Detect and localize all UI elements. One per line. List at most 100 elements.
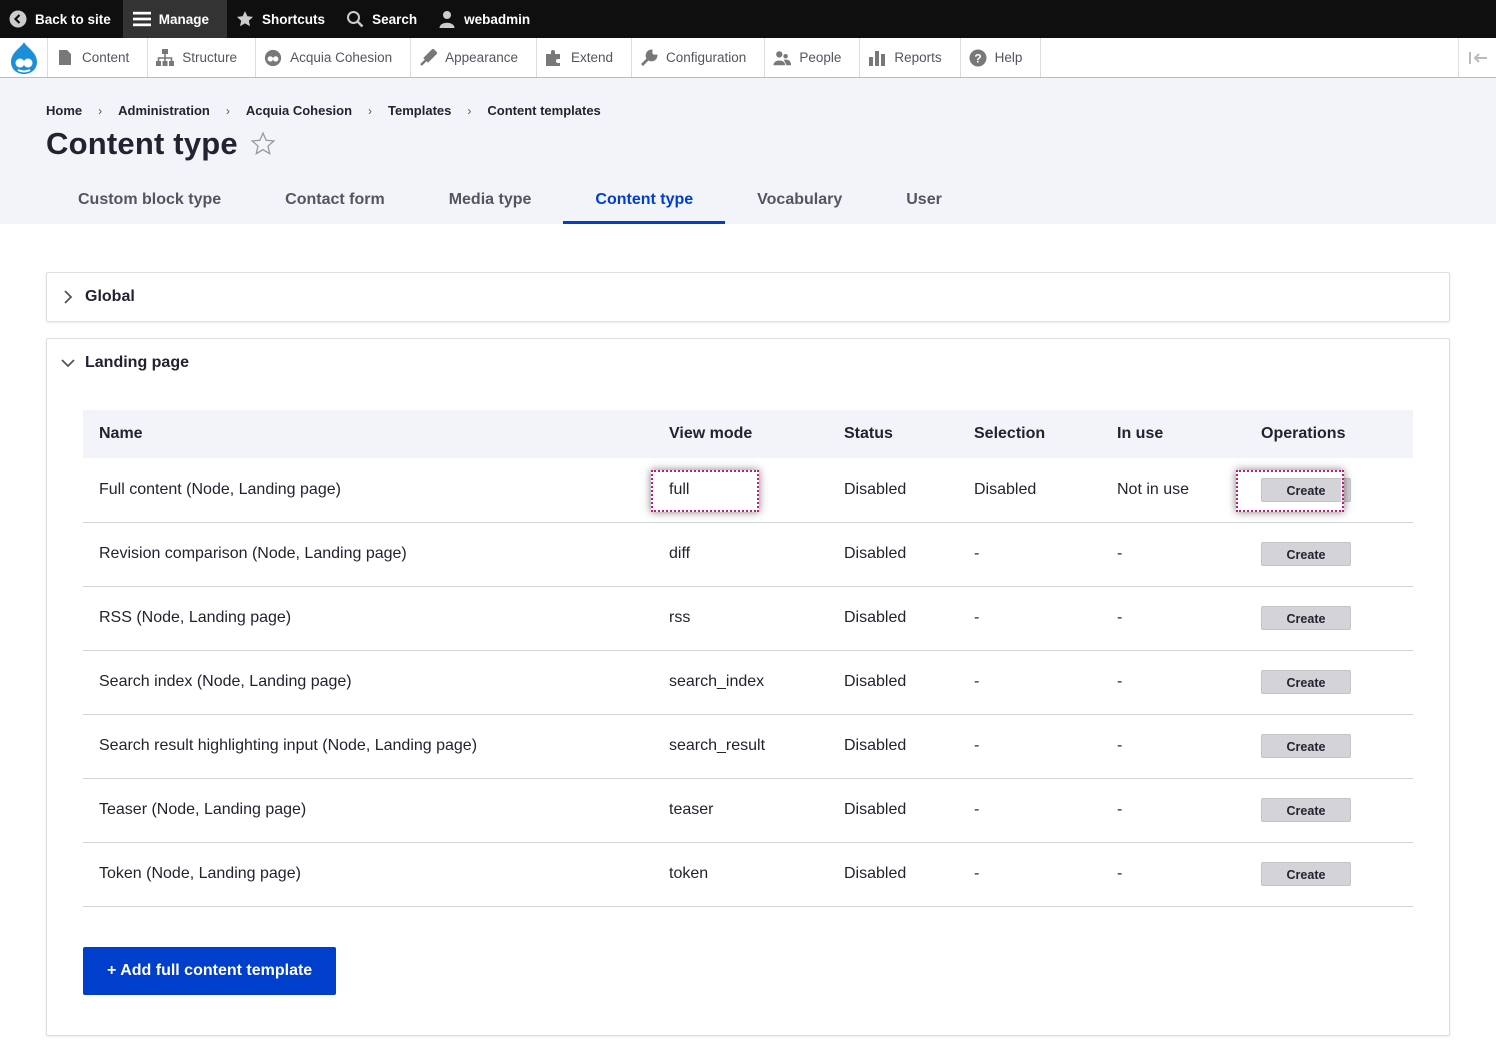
global-summary-label: Global: [85, 288, 135, 305]
breadcrumb-content-templates[interactable]: Content templates: [487, 103, 600, 118]
breadcrumb-separator-icon: ›: [225, 103, 230, 118]
user-icon: [438, 10, 456, 28]
tab-vocabulary[interactable]: Vocabulary: [725, 176, 874, 224]
cell-selection: -: [958, 778, 1101, 843]
column-header-name: Name: [99, 425, 143, 442]
create-button[interactable]: Create: [1261, 542, 1351, 566]
create-button[interactable]: Create: [1261, 734, 1351, 758]
cell-selection: Disabled: [958, 458, 1101, 523]
cell-in-use: -: [1101, 778, 1245, 843]
table-row: Full content (Node, Landing page) full Dis…: [83, 458, 1413, 523]
cell-name: Full content (Node, Landing page): [83, 458, 653, 523]
bar-chart-icon: [868, 49, 886, 67]
menu-structure[interactable]: Structure: [147, 38, 255, 77]
shortcuts-tab[interactable]: Shortcuts: [227, 0, 337, 38]
breadcrumb-acquia-cohesion[interactable]: Acquia Cohesion: [246, 103, 352, 118]
cell-name: Search index (Node, Landing page): [83, 650, 653, 715]
menu-extend[interactable]: Extend: [535, 38, 631, 77]
cell-selection: -: [958, 586, 1101, 651]
breadcrumb-administration[interactable]: Administration: [118, 103, 210, 118]
chevron-down-icon: [61, 359, 75, 368]
tab-media-type[interactable]: Media type: [417, 176, 564, 224]
cell-view-mode: full: [651, 458, 828, 523]
menu-structure-label: Structure: [182, 50, 238, 65]
breadcrumb-separator-icon: ›: [98, 103, 103, 118]
cell-status: Disabled: [828, 458, 958, 523]
menu-content-label: Content: [82, 50, 130, 65]
cell-name: Search result highlighting input (Node, …: [83, 714, 653, 779]
menu-configuration[interactable]: Configuration: [631, 38, 764, 77]
search-icon: [346, 10, 364, 28]
table-row: Token (Node, Landing page) token Disabled -…: [83, 842, 1413, 907]
back-to-site-label: Back to site: [35, 11, 111, 27]
breadcrumb-templates[interactable]: Templates: [388, 103, 451, 118]
admin-toolbar: Back to site Manage Shortcuts Search web…: [0, 0, 1496, 38]
menu-appearance[interactable]: Appearance: [410, 38, 536, 77]
cell-view-mode: teaser: [653, 778, 828, 843]
global-details: Global: [46, 272, 1450, 322]
user-tab[interactable]: webadmin: [429, 0, 542, 38]
cell-status: Disabled: [828, 714, 958, 779]
menu-extend-label: Extend: [570, 50, 613, 65]
menu-people[interactable]: People: [764, 38, 859, 77]
svg-text:?: ?: [974, 51, 981, 65]
cell-selection: -: [958, 842, 1101, 907]
create-button[interactable]: Create: [1261, 606, 1351, 630]
user-label: webadmin: [464, 11, 531, 27]
cell-status: Disabled: [828, 778, 958, 843]
cell-operations: Create: [1245, 650, 1413, 715]
landing-page-summary[interactable]: Landing page: [47, 339, 1449, 387]
breadcrumb-home[interactable]: Home: [46, 103, 82, 118]
menu-acquia-cohesion[interactable]: Acquia Cohesion: [255, 38, 410, 77]
cell-status: Disabled: [828, 842, 958, 907]
cell-view-mode: rss: [653, 586, 828, 651]
cell-status: Disabled: [828, 522, 958, 587]
shortcut-star-icon[interactable]: [250, 131, 276, 157]
global-summary[interactable]: Global: [47, 273, 1449, 321]
people-icon: [773, 49, 792, 67]
tab-contact-form[interactable]: Contact form: [253, 176, 417, 224]
cell-view-mode: search_result: [653, 714, 828, 779]
menu-configuration-label: Configuration: [666, 50, 747, 65]
cell-selection: -: [958, 714, 1101, 779]
drupal-logo-icon[interactable]: [0, 38, 47, 77]
column-header-selection: Selection: [974, 425, 1046, 442]
menu-content[interactable]: Content: [47, 38, 147, 77]
create-button[interactable]: Create: [1261, 477, 1351, 502]
menu-help[interactable]: ? Help: [959, 38, 1041, 77]
create-button[interactable]: Create: [1261, 670, 1351, 694]
cell-operations: Create: [1245, 778, 1413, 843]
menu-reports-label: Reports: [894, 50, 942, 65]
page-header: Home › Administration › Acquia Cohesion …: [0, 78, 1496, 224]
landing-page-summary-label: Landing page: [85, 354, 189, 371]
cell-operations: Create: [1236, 458, 1413, 523]
primary-tabs: Custom block type Contact form Media typ…: [46, 176, 974, 224]
breadcrumb-separator-icon: ›: [467, 103, 472, 118]
highlight-box: [651, 470, 759, 512]
orientation-toggle-icon[interactable]: [1458, 38, 1496, 77]
back-arrow-icon: [9, 10, 27, 28]
manage-tab[interactable]: Manage: [122, 0, 228, 38]
sitemap-icon: [156, 49, 175, 67]
cell-name: Teaser (Node, Landing page): [83, 778, 653, 843]
help-icon: ?: [969, 49, 987, 67]
tab-user[interactable]: User: [874, 176, 974, 224]
search-tab[interactable]: Search: [337, 0, 429, 38]
templates-table: Name View mode Status Selection In use O…: [83, 410, 1413, 907]
column-header-view-mode: View mode: [669, 425, 753, 442]
breadcrumb: Home › Administration › Acquia Cohesion …: [46, 78, 1450, 118]
paintbrush-icon: [419, 48, 438, 67]
menu-reports[interactable]: Reports: [859, 38, 959, 77]
page-title: Content type: [46, 126, 238, 161]
create-button[interactable]: Create: [1261, 798, 1351, 822]
create-button[interactable]: Create: [1261, 862, 1351, 886]
back-to-site-link[interactable]: Back to site: [0, 0, 123, 38]
chevron-right-icon: [64, 290, 73, 304]
cell-view-mode: search_index: [653, 650, 828, 715]
table-row: Revision comparison (Node, Landing page)…: [83, 522, 1413, 587]
add-full-content-template-button[interactable]: + Add full content template: [83, 946, 337, 995]
shortcuts-label: Shortcuts: [262, 11, 326, 27]
puzzle-icon: [545, 49, 563, 67]
tab-content-type[interactable]: Content type: [563, 176, 725, 224]
tab-custom-block-type[interactable]: Custom block type: [46, 176, 253, 224]
